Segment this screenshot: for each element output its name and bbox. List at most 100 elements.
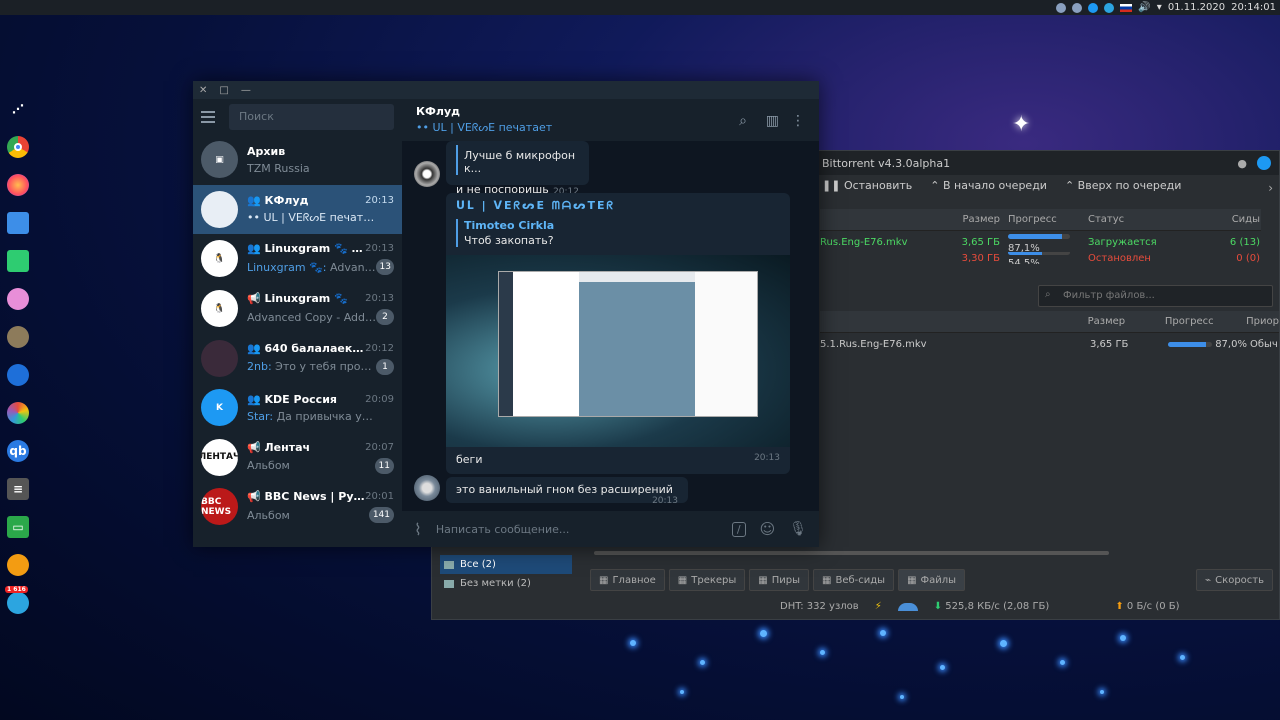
tray-icon[interactable]	[1072, 2, 1083, 13]
telegram-titlebar: ✕ □ —	[193, 81, 819, 99]
orange-app-icon[interactable]	[7, 554, 29, 576]
file-progress-bar	[1168, 341, 1212, 347]
qb-properties-tabs: ▦ Главное ▦ Трекеры ▦ Пиры ▦ Веб-сиды ▦ Файлы	[590, 569, 966, 591]
message-input[interactable]: Написать сообщение...	[436, 523, 718, 536]
firefox-icon[interactable]	[7, 174, 29, 196]
message-bubble[interactable]: ᑌᒪ | ᐯEᖇᔕE ᗰᗩᔕTEᖇ Timoteo Cirkla Чтоб за…	[446, 193, 790, 474]
terminal-icon[interactable]: ▭	[7, 516, 29, 538]
col-size[interactable]: Размер	[920, 214, 1000, 225]
search-input[interactable]: Поиск	[229, 104, 394, 130]
chat-sidebar: Поиск ▣ Архив TZM Russia 👥 КФлуд 20:13 ••…	[193, 99, 402, 547]
chat-list-item[interactable]: 🐧 👥 Linuxgram 🐾 Gr...20:13 Linuxgram 🐾: …	[193, 234, 402, 284]
col-seeds[interactable]: Сиды	[1180, 214, 1260, 225]
settings-icon[interactable]: ≡	[7, 478, 29, 500]
qbittorrent-icon[interactable]: qb	[7, 440, 29, 462]
col-progress[interactable]: Прогресс	[1000, 214, 1080, 225]
telegram-tray-icon[interactable]	[1104, 2, 1115, 13]
torrent-row[interactable]: 3,30 ГБ 54,5% Остановлен 0 (0)	[820, 252, 1260, 264]
folder-icon	[444, 560, 454, 569]
queue-up-button[interactable]: ⌃ Вверх по очереди	[1065, 179, 1181, 192]
clock-date[interactable]: 01.11.2020	[1168, 2, 1225, 13]
disc-icon[interactable]	[7, 288, 29, 310]
folder-icon	[444, 579, 454, 588]
horizontal-scrollbar[interactable]	[594, 551, 1109, 555]
chat-header[interactable]: КФлуд •• ᑌᒪ | ᐯEᖇᔕE печатает ⌕ ▥ ⋮	[402, 99, 819, 141]
files-icon[interactable]	[7, 212, 29, 234]
download-arrow-icon: ⬇	[933, 601, 943, 612]
qb-tab[interactable]: ▦ Пиры	[749, 569, 809, 591]
torrent-row[interactable]: Rus.Eng-E76.mkv 3,65 ГБ 87,1% Загружаетс…	[820, 233, 1260, 254]
color-icon[interactable]	[7, 402, 29, 424]
message-bubble[interactable]: Лучше б микрофон к... и не поспоришь 20:…	[446, 141, 589, 197]
sidebar-toggle-icon[interactable]: ▥	[766, 113, 779, 129]
col-status[interactable]: Статус	[1080, 214, 1180, 225]
tray-icon[interactable]	[1056, 2, 1067, 13]
chat-list-item[interactable]: 👥 640 балалаек (ир...20:12 2nb: Это у те…	[193, 333, 402, 383]
chat-list-item[interactable]: 🐧 📢 Linuxgram 🐾 20:13 Advanced Copy - Add…	[193, 284, 402, 334]
col-file-prio[interactable]: Приор	[1246, 316, 1279, 327]
unread-badge: 13	[375, 259, 394, 276]
keyboard-layout-flag-icon[interactable]	[1120, 3, 1133, 12]
upload-arrow-icon: ⬆	[1115, 601, 1124, 612]
minimize-icon[interactable]: —	[241, 85, 251, 96]
tab-icon: ▦	[758, 574, 768, 586]
qb-tab[interactable]: ▦ Трекеры	[668, 569, 746, 591]
avatar[interactable]	[414, 475, 440, 501]
wifi-icon[interactable]: ▾	[1157, 2, 1162, 13]
label-filter-item[interactable]: Без метки (2)	[440, 574, 572, 593]
browser-icon[interactable]	[7, 364, 29, 386]
chat-list-item[interactable]: ▣ Архив TZM Russia	[193, 135, 402, 185]
gimp-icon[interactable]	[7, 326, 29, 348]
file-list-header: Размер Прогресс Приор	[820, 311, 1279, 333]
qb-tab[interactable]: ▦ Веб-сиды	[813, 569, 895, 591]
queue-top-button[interactable]: ⌃ В начало очереди	[930, 179, 1047, 192]
hamburger-menu-icon[interactable]	[201, 111, 215, 123]
window-dot-icon[interactable]: ●	[1237, 157, 1247, 170]
maximize-icon[interactable]: □	[219, 85, 228, 96]
chat-area: КФлуд •• ᑌᒪ | ᐯEᖇᔕE печатает ⌕ ▥ ⋮ Лучше…	[402, 99, 819, 547]
speed-limit-icon[interactable]	[897, 602, 918, 611]
telegram-dock-icon[interactable]: 1 616	[5, 586, 29, 614]
chat-list-item[interactable]: BBC NEWS 📢 BBC News | Ру... 20:01 Альбом 1…	[193, 482, 402, 532]
label-filter-item[interactable]: Все (2)	[440, 555, 572, 574]
speed-tab[interactable]: ⌁ Скорость	[1196, 569, 1273, 591]
file-row[interactable]: 5.1.Rus.Eng-E76.mkv 3,65 ГБ 87,0% Обыч	[820, 339, 1279, 350]
connection-icon[interactable]: ⚡	[875, 601, 882, 612]
chat-list-item[interactable]: K 👥 KDE Россия 20:09 Star: Да привычка уж…	[193, 383, 402, 433]
reply-quote[interactable]: Лучше б микрофон к...	[456, 145, 579, 175]
search-icon: ⌕	[1045, 289, 1051, 300]
more-vertical-icon[interactable]: ⋮	[791, 113, 805, 129]
close-icon[interactable]: ✕	[199, 85, 207, 96]
col-file-progress[interactable]: Прогресс	[1165, 316, 1246, 327]
message-bubble[interactable]: это ванильный гном без расширений 20:13	[446, 477, 688, 506]
reply-quote[interactable]: Timoteo Cirkla Чтоб закопать?	[456, 219, 780, 247]
bot-command-icon[interactable]: /	[731, 521, 746, 537]
emoji-icon[interactable]: ☺	[760, 520, 776, 538]
col-file-size[interactable]: Размер	[1088, 316, 1165, 327]
qb-tab[interactable]: ▦ Главное	[590, 569, 665, 591]
avatar	[201, 190, 238, 228]
chrome-icon[interactable]	[7, 136, 29, 158]
apps-icon[interactable]: ⋰	[7, 98, 29, 120]
message-author[interactable]: ᑌᒪ | ᐯEᖇᔕE ᗰᗩᔕTEᖇ	[456, 199, 780, 213]
chat-list-item[interactable]: 👥 КФлуд 20:13 •• ᑌᒪ | ᐯEᖇᔕE печата...	[193, 184, 402, 235]
qb-tab[interactable]: ▦ Файлы	[898, 569, 966, 591]
message-list: Лучше б микрофон к... и не поспоришь 20:…	[402, 141, 819, 511]
file-filter-input[interactable]: ⌕ Фильтр файлов...	[1038, 285, 1273, 307]
channel-icon: 📢	[247, 292, 265, 306]
attach-icon[interactable]: ⌇	[414, 520, 422, 539]
clock-time[interactable]: 20:14:01	[1231, 2, 1276, 13]
chat-list-item[interactable]: ЛЕНТАЧ 📢 Лентач 20:07 Альбом 11	[193, 433, 402, 483]
avatar[interactable]	[414, 161, 440, 187]
torrent-list: Rus.Eng-E76.mkv 3,65 ГБ 87,1% Загружаетс…	[820, 233, 1260, 264]
search-icon[interactable]: ⌕	[739, 113, 747, 129]
dock: ⋰ qb ≡ ▭ 1 616	[4, 98, 32, 614]
pause-button[interactable]: ❚❚ Остановить	[822, 179, 912, 192]
qbittorrent-tray-icon[interactable]	[1088, 2, 1099, 13]
system-monitor-icon[interactable]	[7, 250, 29, 272]
volume-icon[interactable]: 🔊	[1138, 2, 1150, 13]
screenshot-image[interactable]	[446, 255, 790, 447]
toolbar-more-icon[interactable]: ›	[1268, 181, 1273, 195]
avatar: ЛЕНТАЧ	[201, 438, 238, 476]
microphone-icon[interactable]: 🎙	[789, 521, 807, 537]
